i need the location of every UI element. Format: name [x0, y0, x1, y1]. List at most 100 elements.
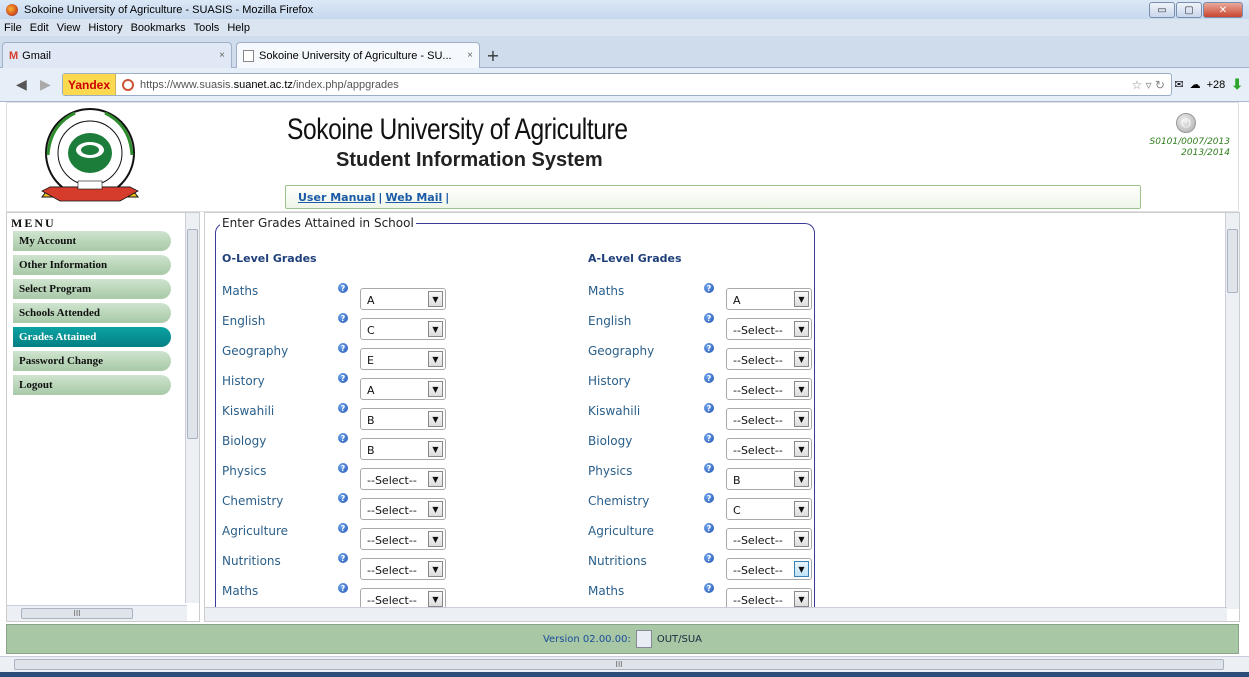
- dropdown-arrow-icon[interactable]: ▼: [794, 381, 809, 397]
- grade-select[interactable]: --Select-- ▼: [360, 468, 446, 490]
- new-tab-button[interactable]: +: [482, 44, 504, 66]
- back-icon[interactable]: ◀: [16, 77, 27, 93]
- yandex-search-button[interactable]: Yandex: [63, 74, 117, 95]
- forward-icon[interactable]: ▶: [40, 77, 51, 93]
- mail-icon[interactable]: ✉: [1174, 78, 1183, 91]
- menu-edit[interactable]: Edit: [30, 22, 49, 34]
- help-icon[interactable]: ?: [338, 553, 348, 563]
- menu-tools[interactable]: Tools: [194, 22, 220, 34]
- tab-close-icon[interactable]: ×: [219, 50, 225, 61]
- sidebar-vertical-scrollbar[interactable]: [185, 213, 199, 603]
- tab-gmail[interactable]: M Gmail ×: [2, 42, 232, 68]
- menu-history[interactable]: History: [88, 22, 122, 34]
- help-icon[interactable]: ?: [704, 463, 714, 473]
- dropdown-arrow-icon[interactable]: ▼: [794, 351, 809, 367]
- grade-select[interactable]: --Select-- ▼: [726, 318, 812, 340]
- url-bar[interactable]: Yandex https://www.suasis. suanet.ac.tz/i…: [62, 73, 1172, 96]
- user-manual-link[interactable]: User Manual: [298, 191, 375, 204]
- help-icon[interactable]: ?: [704, 583, 714, 593]
- help-icon[interactable]: ?: [704, 433, 714, 443]
- tab-close-icon[interactable]: ×: [467, 50, 473, 61]
- grade-select[interactable]: --Select-- ▼: [726, 348, 812, 370]
- grade-select[interactable]: --Select-- ▼: [360, 528, 446, 550]
- maximize-button[interactable]: ▢: [1176, 2, 1202, 18]
- menu-view[interactable]: View: [57, 22, 81, 34]
- bookmark-star-icon[interactable]: ☆ ▿ ↻: [1131, 78, 1165, 92]
- dropdown-arrow-icon[interactable]: ▼: [794, 441, 809, 457]
- dropdown-arrow-icon[interactable]: ▼: [428, 351, 443, 367]
- grade-select[interactable]: C ▼: [726, 498, 812, 520]
- grade-select[interactable]: B ▼: [360, 438, 446, 460]
- help-icon[interactable]: ?: [704, 403, 714, 413]
- help-icon[interactable]: ?: [704, 283, 714, 293]
- weather-icon[interactable]: ☁: [1190, 78, 1201, 91]
- help-icon[interactable]: ?: [338, 523, 348, 533]
- help-icon[interactable]: ?: [338, 493, 348, 503]
- page-horizontal-scrollbar[interactable]: III: [0, 656, 1249, 672]
- tab-suasis[interactable]: Sokoine University of Agriculture - SU..…: [236, 42, 480, 68]
- menu-help[interactable]: Help: [227, 22, 250, 34]
- dropdown-arrow-icon[interactable]: ▼: [794, 411, 809, 427]
- grade-select[interactable]: --Select-- ▼: [726, 378, 812, 400]
- grade-select[interactable]: E ▼: [360, 348, 446, 370]
- minimize-button[interactable]: ▭: [1149, 2, 1175, 18]
- grade-select[interactable]: B ▼: [726, 468, 812, 490]
- dropdown-arrow-icon[interactable]: ▼: [794, 291, 809, 307]
- scroll-thumb[interactable]: [1227, 229, 1238, 293]
- dropdown-arrow-icon[interactable]: ▼: [428, 501, 443, 517]
- help-icon[interactable]: ?: [704, 343, 714, 353]
- help-icon[interactable]: ?: [704, 373, 714, 383]
- dropdown-arrow-icon[interactable]: ▼: [794, 501, 809, 517]
- grade-select[interactable]: A ▼: [360, 288, 446, 310]
- help-icon[interactable]: ?: [704, 523, 714, 533]
- sidebar-item-schools-attended[interactable]: Schools Attended: [13, 303, 171, 323]
- grade-select[interactable]: A ▼: [360, 378, 446, 400]
- menu-bookmarks[interactable]: Bookmarks: [131, 22, 186, 34]
- help-icon[interactable]: ?: [338, 313, 348, 323]
- sidebar-item-other-information[interactable]: Other Information: [13, 255, 171, 275]
- sidebar-item-password-change[interactable]: Password Change: [13, 351, 171, 371]
- help-icon[interactable]: ?: [338, 283, 348, 293]
- dropdown-arrow-icon[interactable]: ▼: [428, 471, 443, 487]
- scroll-thumb[interactable]: III: [21, 608, 133, 619]
- document-icon[interactable]: [635, 630, 652, 648]
- grade-select[interactable]: --Select-- ▼: [726, 438, 812, 460]
- dropdown-arrow-icon[interactable]: ▼: [428, 411, 443, 427]
- dropdown-arrow-icon[interactable]: ▼: [794, 321, 809, 337]
- scroll-thumb[interactable]: III: [14, 659, 1224, 670]
- grade-select[interactable]: --Select-- ▼: [726, 558, 812, 580]
- scroll-thumb[interactable]: [187, 229, 198, 439]
- dropdown-arrow-icon[interactable]: ▼: [428, 591, 443, 607]
- sidebar-item-logout[interactable]: Logout: [13, 375, 171, 395]
- dropdown-arrow-icon[interactable]: ▼: [428, 441, 443, 457]
- dropdown-arrow-icon[interactable]: ▼: [428, 321, 443, 337]
- grade-select[interactable]: --Select-- ▼: [726, 528, 812, 550]
- help-icon[interactable]: ?: [338, 583, 348, 593]
- help-icon[interactable]: ?: [704, 313, 714, 323]
- sidebar-horizontal-scrollbar[interactable]: III: [7, 605, 187, 621]
- power-logout-icon[interactable]: ⏻: [1176, 113, 1196, 133]
- main-horizontal-scrollbar[interactable]: [205, 607, 1227, 621]
- download-icon[interactable]: ⬇: [1231, 76, 1243, 93]
- sidebar-item-select-program[interactable]: Select Program: [13, 279, 171, 299]
- dropdown-arrow-icon[interactable]: ▼: [428, 531, 443, 547]
- help-icon[interactable]: ?: [338, 463, 348, 473]
- site-identity-icon[interactable]: [122, 78, 135, 91]
- close-window-button[interactable]: ✕: [1203, 2, 1243, 18]
- grade-select[interactable]: --Select-- ▼: [360, 498, 446, 520]
- grade-select[interactable]: --Select-- ▼: [360, 558, 446, 580]
- dropdown-arrow-icon[interactable]: ▼: [428, 561, 443, 577]
- main-vertical-scrollbar[interactable]: [1225, 213, 1239, 609]
- help-icon[interactable]: ?: [338, 433, 348, 443]
- help-icon[interactable]: ?: [704, 553, 714, 563]
- sidebar-item-my-account[interactable]: My Account: [13, 231, 171, 251]
- dropdown-arrow-icon[interactable]: ▼: [428, 381, 443, 397]
- dropdown-arrow-icon[interactable]: ▼: [794, 561, 809, 577]
- dropdown-arrow-icon[interactable]: ▼: [428, 291, 443, 307]
- dropdown-arrow-icon[interactable]: ▼: [794, 471, 809, 487]
- help-icon[interactable]: ?: [338, 373, 348, 383]
- sidebar-item-grades-attained[interactable]: Grades Attained: [13, 327, 171, 347]
- menu-file[interactable]: File: [4, 22, 22, 34]
- grade-select[interactable]: C ▼: [360, 318, 446, 340]
- help-icon[interactable]: ?: [338, 403, 348, 413]
